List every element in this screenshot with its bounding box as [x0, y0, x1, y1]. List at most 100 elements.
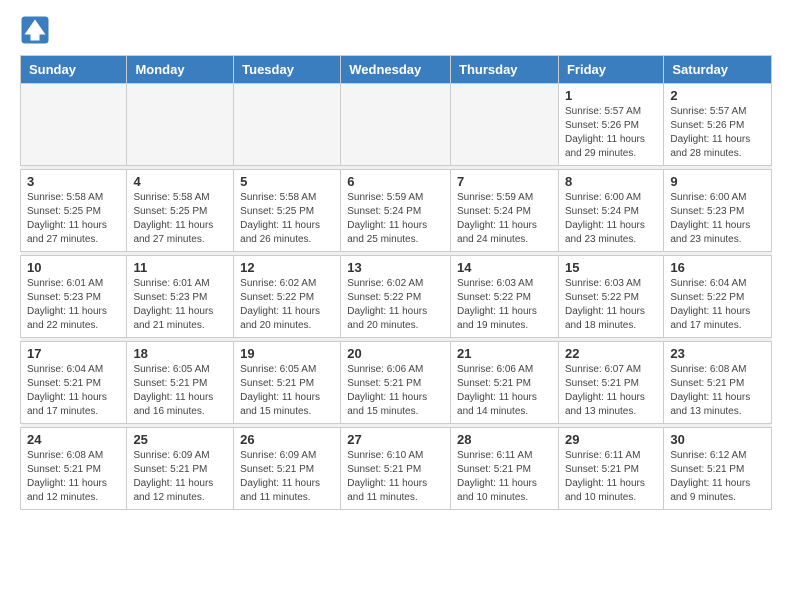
calendar-cell: 15 Sunrise: 6:03 AM Sunset: 5:22 PM Dayli…: [558, 256, 663, 338]
calendar-week-3: 10 Sunrise: 6:01 AM Sunset: 5:23 PM Dayli…: [21, 256, 772, 338]
calendar-cell: 16 Sunrise: 6:04 AM Sunset: 5:22 PM Dayli…: [664, 256, 772, 338]
calendar-cell: 23Sunrise: 6:08 AM Sunset: 5:21 PM Dayli…: [664, 342, 772, 424]
calendar-cell: 2 Sunrise: 5:57 AM Sunset: 5:26 PM Daylig…: [664, 84, 772, 166]
day-number: 16: [670, 260, 765, 275]
day-info: Sunrise: 5:58 AM Sunset: 5:25 PM Dayligh…: [133, 191, 227, 247]
day-info: Sunrise: 5:57 AM Sunset: 5:26 PM Dayligh…: [670, 105, 765, 161]
day-number: 11: [133, 260, 227, 275]
calendar-cell: 28 Sunrise: 6:11 AM Sunset: 5:21 PM Dayli…: [451, 428, 559, 510]
day-number: 1: [565, 88, 657, 103]
calendar-cell: [341, 84, 451, 166]
day-info: Sunrise: 6:06 AM Sunset: 5:21 PM Dayligh…: [457, 363, 552, 419]
day-number: 4: [133, 174, 227, 189]
day-number: 29: [565, 432, 657, 447]
calendar-cell: 22 Sunrise: 6:07 AM Sunset: 5:21 PM Dayli…: [558, 342, 663, 424]
calendar-cell: 3 Sunrise: 5:58 AM Sunset: 5:25 PM Daylig…: [21, 170, 127, 252]
calendar-cell: 7 Sunrise: 5:59 AM Sunset: 5:24 PM Daylig…: [451, 170, 559, 252]
day-info: Sunrise: 6:07 AM Sunset: 5:21 PM Dayligh…: [565, 363, 657, 419]
day-info: Sunrise: 6:12 AM Sunset: 5:21 PM Dayligh…: [670, 449, 765, 505]
day-info: Sunrise: 6:01 AM Sunset: 5:23 PM Dayligh…: [27, 277, 120, 333]
day-number: 14: [457, 260, 552, 275]
day-info: Sunrise: 5:58 AM Sunset: 5:25 PM Dayligh…: [240, 191, 334, 247]
day-number: 8: [565, 174, 657, 189]
weekday-header-saturday: Saturday: [664, 56, 772, 84]
calendar-cell: 25 Sunrise: 6:09 AM Sunset: 5:21 PM Dayli…: [127, 428, 234, 510]
page-container: SundayMondayTuesdayWednesdayThursdayFrid…: [0, 0, 792, 525]
day-info: Sunrise: 6:00 AM Sunset: 5:23 PM Dayligh…: [670, 191, 765, 247]
weekday-header-thursday: Thursday: [451, 56, 559, 84]
calendar-cell: 19 Sunrise: 6:05 AM Sunset: 5:21 PM Dayli…: [234, 342, 341, 424]
calendar-header-row: SundayMondayTuesdayWednesdayThursdayFrid…: [21, 56, 772, 84]
day-info: Sunrise: 6:08 AM Sunset: 5:21 PM Dayligh…: [670, 363, 765, 419]
calendar-cell: [127, 84, 234, 166]
calendar-cell: 14 Sunrise: 6:03 AM Sunset: 5:22 PM Dayli…: [451, 256, 559, 338]
day-info: Sunrise: 6:04 AM Sunset: 5:22 PM Dayligh…: [670, 277, 765, 333]
day-number: 5: [240, 174, 334, 189]
day-number: 17: [27, 346, 120, 361]
calendar-cell: 11Sunrise: 6:01 AM Sunset: 5:23 PM Dayli…: [127, 256, 234, 338]
day-info: Sunrise: 6:11 AM Sunset: 5:21 PM Dayligh…: [565, 449, 657, 505]
day-info: Sunrise: 6:04 AM Sunset: 5:21 PM Dayligh…: [27, 363, 120, 419]
day-number: 3: [27, 174, 120, 189]
calendar-cell: 12Sunrise: 6:02 AM Sunset: 5:22 PM Dayli…: [234, 256, 341, 338]
logo: [20, 15, 54, 45]
weekday-header-monday: Monday: [127, 56, 234, 84]
day-info: Sunrise: 6:09 AM Sunset: 5:21 PM Dayligh…: [240, 449, 334, 505]
calendar-cell: 29 Sunrise: 6:11 AM Sunset: 5:21 PM Dayli…: [558, 428, 663, 510]
calendar-cell: [21, 84, 127, 166]
day-info: Sunrise: 6:03 AM Sunset: 5:22 PM Dayligh…: [457, 277, 552, 333]
calendar-cell: 8 Sunrise: 6:00 AM Sunset: 5:24 PM Daylig…: [558, 170, 663, 252]
day-info: Sunrise: 6:06 AM Sunset: 5:21 PM Dayligh…: [347, 363, 444, 419]
day-info: Sunrise: 6:09 AM Sunset: 5:21 PM Dayligh…: [133, 449, 227, 505]
day-number: 10: [27, 260, 120, 275]
calendar-cell: [451, 84, 559, 166]
weekday-header-tuesday: Tuesday: [234, 56, 341, 84]
day-number: 20: [347, 346, 444, 361]
day-number: 26: [240, 432, 334, 447]
calendar-cell: [234, 84, 341, 166]
calendar-cell: 9 Sunrise: 6:00 AM Sunset: 5:23 PM Daylig…: [664, 170, 772, 252]
calendar-week-1: 1 Sunrise: 5:57 AM Sunset: 5:26 PM Daylig…: [21, 84, 772, 166]
calendar-cell: 20 Sunrise: 6:06 AM Sunset: 5:21 PM Dayli…: [341, 342, 451, 424]
calendar-week-4: 17 Sunrise: 6:04 AM Sunset: 5:21 PM Dayli…: [21, 342, 772, 424]
day-number: 18: [133, 346, 227, 361]
day-number: 6: [347, 174, 444, 189]
weekday-header-friday: Friday: [558, 56, 663, 84]
day-info: Sunrise: 6:08 AM Sunset: 5:21 PM Dayligh…: [27, 449, 120, 505]
day-number: 9: [670, 174, 765, 189]
day-info: Sunrise: 6:03 AM Sunset: 5:22 PM Dayligh…: [565, 277, 657, 333]
logo-icon: [20, 15, 50, 45]
calendar-cell: 24 Sunrise: 6:08 AM Sunset: 5:21 PM Dayli…: [21, 428, 127, 510]
calendar-cell: 26 Sunrise: 6:09 AM Sunset: 5:21 PM Dayli…: [234, 428, 341, 510]
day-info: Sunrise: 6:11 AM Sunset: 5:21 PM Dayligh…: [457, 449, 552, 505]
calendar-cell: 13Sunrise: 6:02 AM Sunset: 5:22 PM Dayli…: [341, 256, 451, 338]
day-number: 2: [670, 88, 765, 103]
day-number: 7: [457, 174, 552, 189]
day-number: 22: [565, 346, 657, 361]
day-number: 15: [565, 260, 657, 275]
day-number: 24: [27, 432, 120, 447]
day-number: 21: [457, 346, 552, 361]
calendar-cell: 1 Sunrise: 5:57 AM Sunset: 5:26 PM Daylig…: [558, 84, 663, 166]
day-info: Sunrise: 6:02 AM Sunset: 5:22 PM Dayligh…: [240, 277, 334, 333]
day-info: Sunrise: 6:00 AM Sunset: 5:24 PM Dayligh…: [565, 191, 657, 247]
day-number: 30: [670, 432, 765, 447]
calendar-week-5: 24 Sunrise: 6:08 AM Sunset: 5:21 PM Dayli…: [21, 428, 772, 510]
calendar-cell: 5 Sunrise: 5:58 AM Sunset: 5:25 PM Daylig…: [234, 170, 341, 252]
calendar-cell: 4 Sunrise: 5:58 AM Sunset: 5:25 PM Daylig…: [127, 170, 234, 252]
calendar-cell: 10 Sunrise: 6:01 AM Sunset: 5:23 PM Dayli…: [21, 256, 127, 338]
day-info: Sunrise: 6:05 AM Sunset: 5:21 PM Dayligh…: [240, 363, 334, 419]
calendar-cell: 18 Sunrise: 6:05 AM Sunset: 5:21 PM Dayli…: [127, 342, 234, 424]
day-info: Sunrise: 5:57 AM Sunset: 5:26 PM Dayligh…: [565, 105, 657, 161]
calendar-cell: 30 Sunrise: 6:12 AM Sunset: 5:21 PM Dayli…: [664, 428, 772, 510]
day-info: Sunrise: 6:05 AM Sunset: 5:21 PM Dayligh…: [133, 363, 227, 419]
calendar-table: SundayMondayTuesdayWednesdayThursdayFrid…: [20, 55, 772, 510]
day-info: Sunrise: 5:58 AM Sunset: 5:25 PM Dayligh…: [27, 191, 120, 247]
day-number: 25: [133, 432, 227, 447]
day-number: 28: [457, 432, 552, 447]
header: [20, 15, 772, 45]
day-info: Sunrise: 5:59 AM Sunset: 5:24 PM Dayligh…: [457, 191, 552, 247]
day-number: 19: [240, 346, 334, 361]
weekday-header-wednesday: Wednesday: [341, 56, 451, 84]
calendar-cell: 27Sunrise: 6:10 AM Sunset: 5:21 PM Dayli…: [341, 428, 451, 510]
